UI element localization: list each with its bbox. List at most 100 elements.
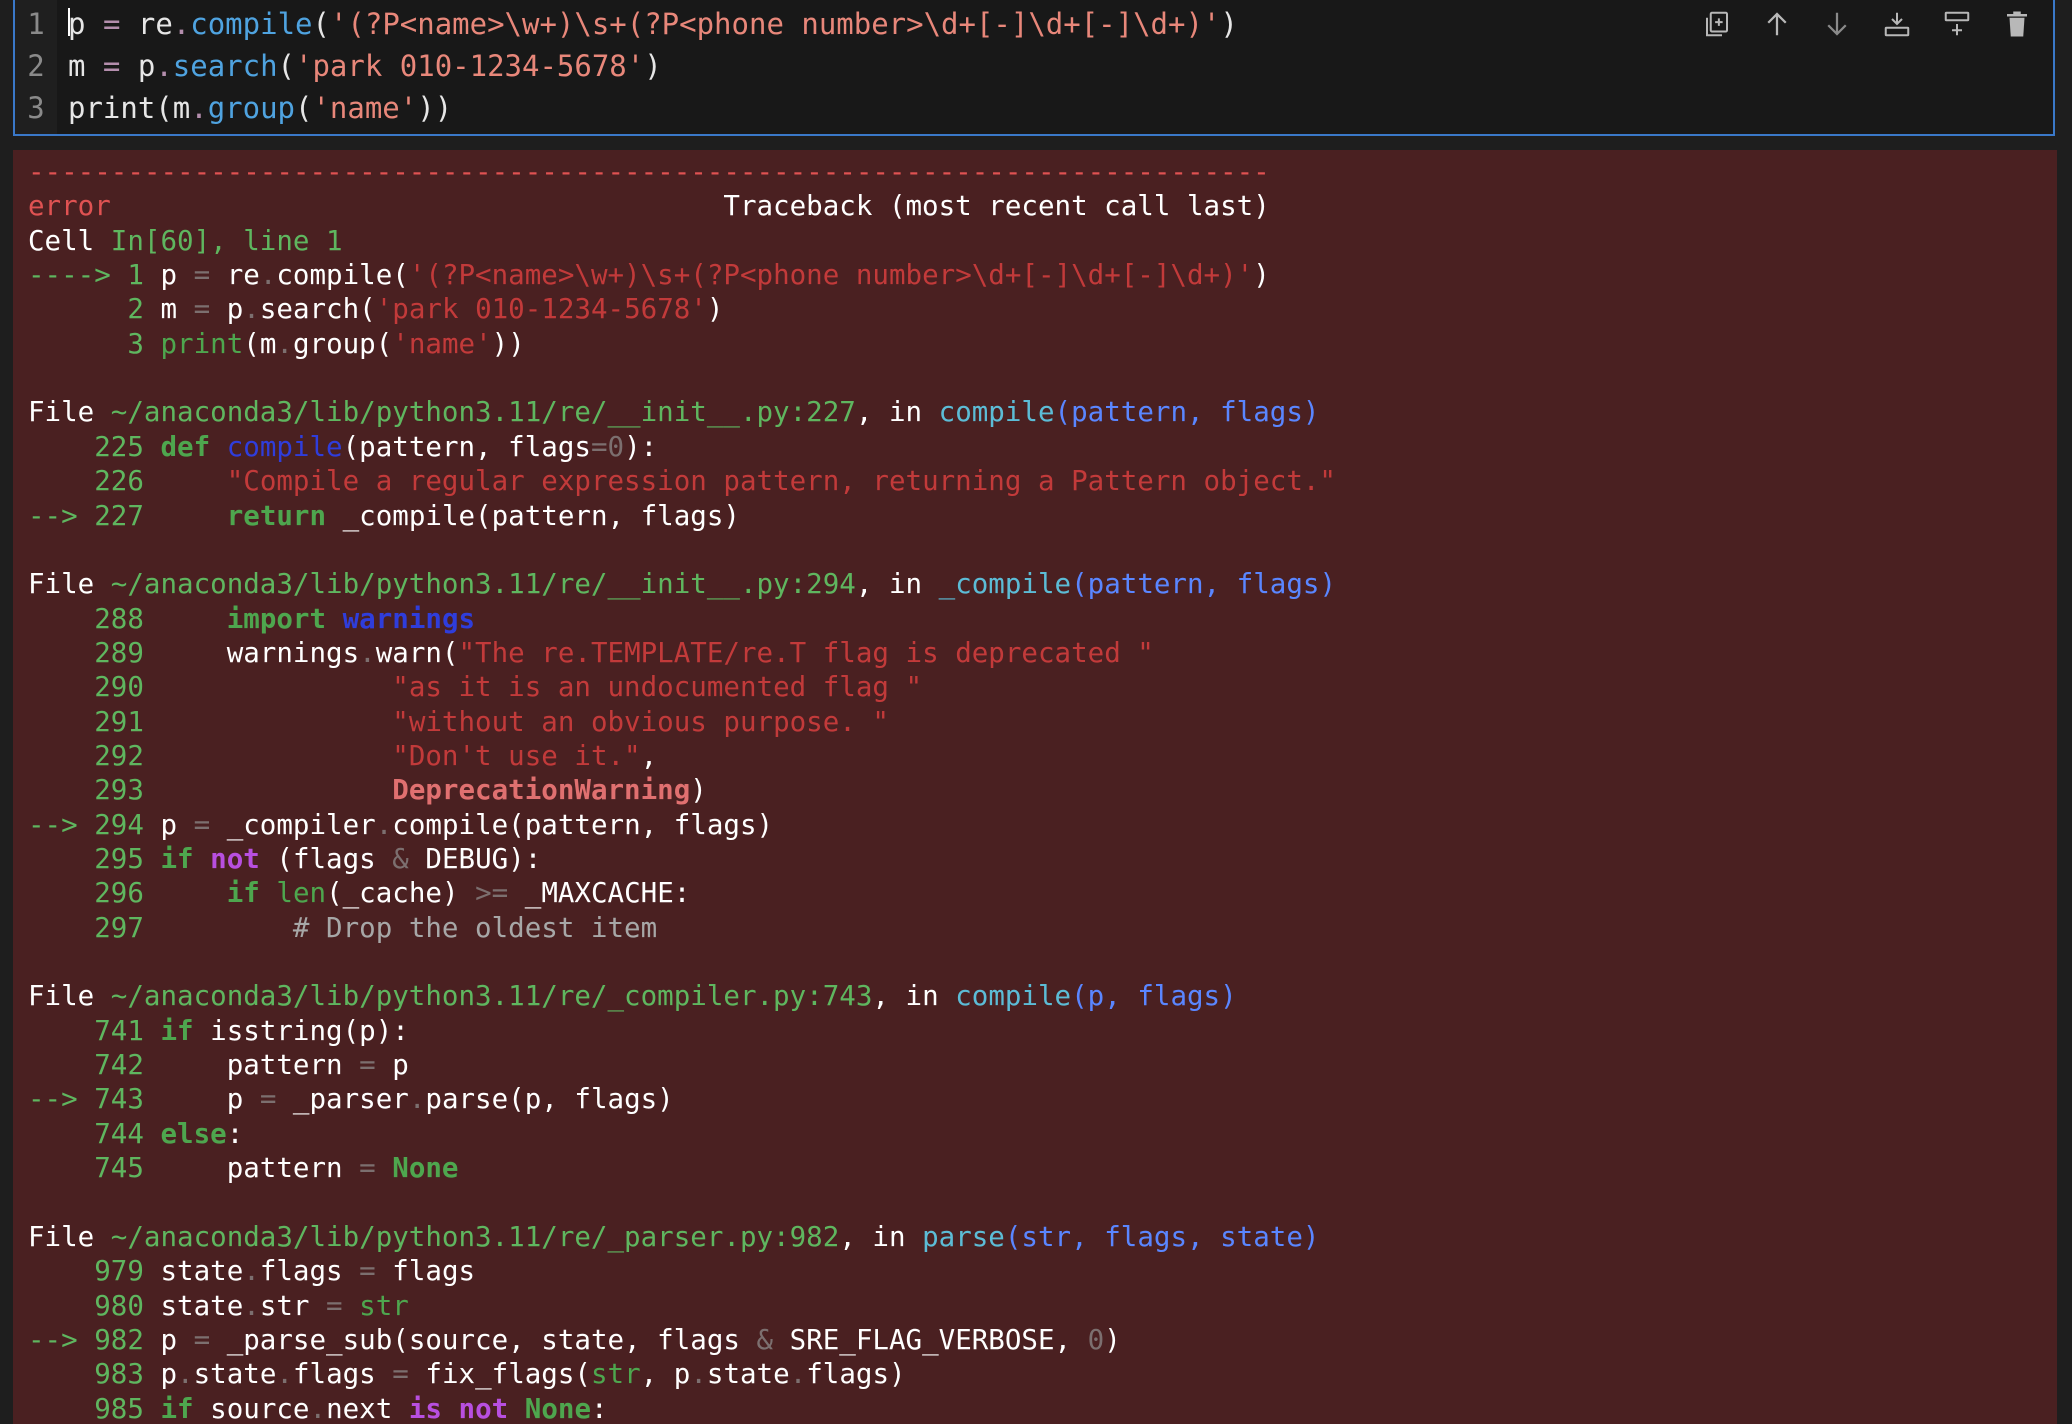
traceback-token: (flags (259, 843, 393, 875)
traceback-line: --> 294 p = _compiler.compile(pattern, f… (28, 808, 773, 842)
traceback-token: . (243, 1289, 260, 1322)
code-line[interactable]: 1 p = re.compile('(?P<name>\w+)\s+(?P<pho… (15, 3, 1238, 45)
code-line[interactable]: 2m = p.search('park 010-1234-5678') (15, 45, 661, 87)
traceback-token (144, 603, 227, 635)
traceback-token: _MAXCACHE: (508, 877, 691, 910)
traceback-token: group( (292, 327, 393, 360)
traceback-token: m (143, 293, 194, 326)
traceback-token: flags (292, 1358, 393, 1391)
traceback-token: len (276, 877, 327, 910)
text-cursor (68, 8, 70, 36)
traceback-token (144, 328, 161, 360)
arrow-up-icon (1767, 12, 1787, 36)
traceback-token: _compile(pattern, flags) (326, 499, 740, 532)
traceback-token: next (326, 1392, 409, 1424)
traceback-token: , (640, 739, 658, 772)
traceback-token: , p (640, 1358, 691, 1391)
code-token: = (102, 49, 121, 83)
traceback-token: ----------------------------------------… (28, 156, 1270, 188)
traceback-token: 983 (28, 1358, 144, 1391)
traceback-token: (m (243, 327, 277, 360)
traceback-token: p (210, 293, 244, 326)
traceback-token: def (160, 430, 211, 463)
traceback-token: import (226, 602, 327, 635)
code-cell[interactable]: 1 p = re.compile('(?P<name>\w+)\s+(?P<pho… (13, 0, 2055, 136)
code-token: . (172, 7, 191, 41)
traceback-token: parse(p, flags) (425, 1083, 674, 1116)
traceback-token (144, 843, 161, 875)
traceback-token: "Compile a regular expression pattern, r… (226, 465, 1336, 498)
traceback-line: 293 DeprecationWarning) (28, 773, 707, 807)
traceback-token: flags) (806, 1358, 906, 1391)
traceback-token: ): (624, 430, 658, 463)
arrow-down-icon (1827, 12, 1847, 36)
code-token: p (68, 7, 86, 41)
code-text: p = re.compile('(?P<name>\w+)\s+(?P<phon… (68, 3, 1238, 45)
traceback-token: SRE_FLAG_VERBOSE, (773, 1323, 1088, 1356)
traceback-token (144, 671, 392, 703)
traceback-token: = (193, 808, 211, 841)
traceback-line: 3 print(m.group('name')) (28, 327, 525, 361)
code-token: ) (644, 49, 662, 83)
traceback-token: = (359, 1152, 376, 1185)
traceback-line: File ~/anaconda3/lib/python3.11/re/__ini… (28, 395, 1319, 429)
traceback-token: = (359, 1255, 376, 1288)
traceback-token: search( (259, 293, 376, 326)
insert-above-button[interactable] (1877, 4, 1917, 44)
traceback-token: 295 (28, 843, 144, 875)
traceback-token: compile (226, 430, 343, 463)
traceback-line: ----> 1 p = re.compile('(?P<name>\w+)\s+… (28, 258, 1270, 292)
traceback-token: Traceback (most recent call last) (110, 190, 1270, 223)
traceback-token: (pattern, flags) (1054, 396, 1320, 429)
code-token: ( (312, 7, 330, 41)
traceback-token: 985 (28, 1392, 144, 1424)
traceback-token: . (259, 259, 277, 292)
traceback-token: pattern (143, 1049, 360, 1082)
traceback-token: . (243, 293, 260, 326)
traceback-token: , in (839, 1220, 923, 1253)
traceback-token: p (143, 259, 194, 292)
traceback-token (144, 500, 227, 532)
traceback-token: '(?P<name>\w+)\s+(?P<phone number>\d+[-]… (408, 259, 1254, 292)
traceback-token: None (524, 1392, 592, 1424)
traceback-token: pattern (143, 1152, 360, 1185)
traceback-token: 979 (28, 1255, 144, 1288)
traceback-token: : (591, 1392, 608, 1424)
code-text: print(m.group('name')) (68, 87, 452, 129)
traceback-token: 297 (28, 911, 144, 944)
traceback-token: = (359, 1049, 376, 1082)
traceback-line: ----------------------------------------… (28, 155, 1270, 189)
code-line[interactable]: 3 print(m.group('name')) (15, 87, 452, 129)
traceback-token: parse (922, 1220, 1005, 1253)
move-down-button[interactable] (1817, 4, 1857, 44)
traceback-token (144, 1118, 161, 1150)
move-up-button[interactable] (1757, 4, 1797, 44)
traceback-line: 289 warnings.warn("The re.TEMPLATE/re.T … (28, 636, 1154, 670)
delete-cell-button[interactable] (1997, 4, 2037, 44)
traceback-token: 225 (28, 430, 144, 463)
traceback-token: p (143, 1083, 260, 1116)
traceback-token: ) (706, 293, 724, 326)
insert-below-button[interactable] (1937, 4, 1977, 44)
traceback-token: )) (491, 327, 525, 360)
line-number: 1 (27, 7, 45, 41)
traceback-line: 742 pattern = p (28, 1048, 409, 1082)
traceback-token: p (143, 1358, 178, 1391)
traceback-token: error (28, 190, 111, 223)
traceback-token: . (408, 1083, 426, 1116)
traceback-line: 226 "Compile a regular expression patter… (28, 464, 1336, 498)
traceback-token: compile (938, 396, 1055, 429)
traceback-token: 0 (607, 430, 625, 463)
traceback-token: = (193, 293, 211, 326)
traceback-token: str (259, 1289, 327, 1322)
traceback-token: DeprecationWarning (392, 774, 691, 807)
traceback-token: state (143, 1289, 244, 1322)
traceback-token: 741 (28, 1014, 144, 1047)
traceback-line: 983 p.state.flags = fix_flags(str, p.sta… (28, 1357, 906, 1391)
traceback-token: . (177, 1358, 194, 1391)
traceback-line: 2 m = p.search('park 010-1234-5678') (28, 292, 723, 326)
traceback-token: 293 (28, 774, 144, 807)
copy-cell-button[interactable] (1697, 4, 1737, 44)
code-token: . (190, 91, 208, 125)
traceback-line: --> 743 p = _parser.parse(p, flags) (28, 1082, 674, 1116)
